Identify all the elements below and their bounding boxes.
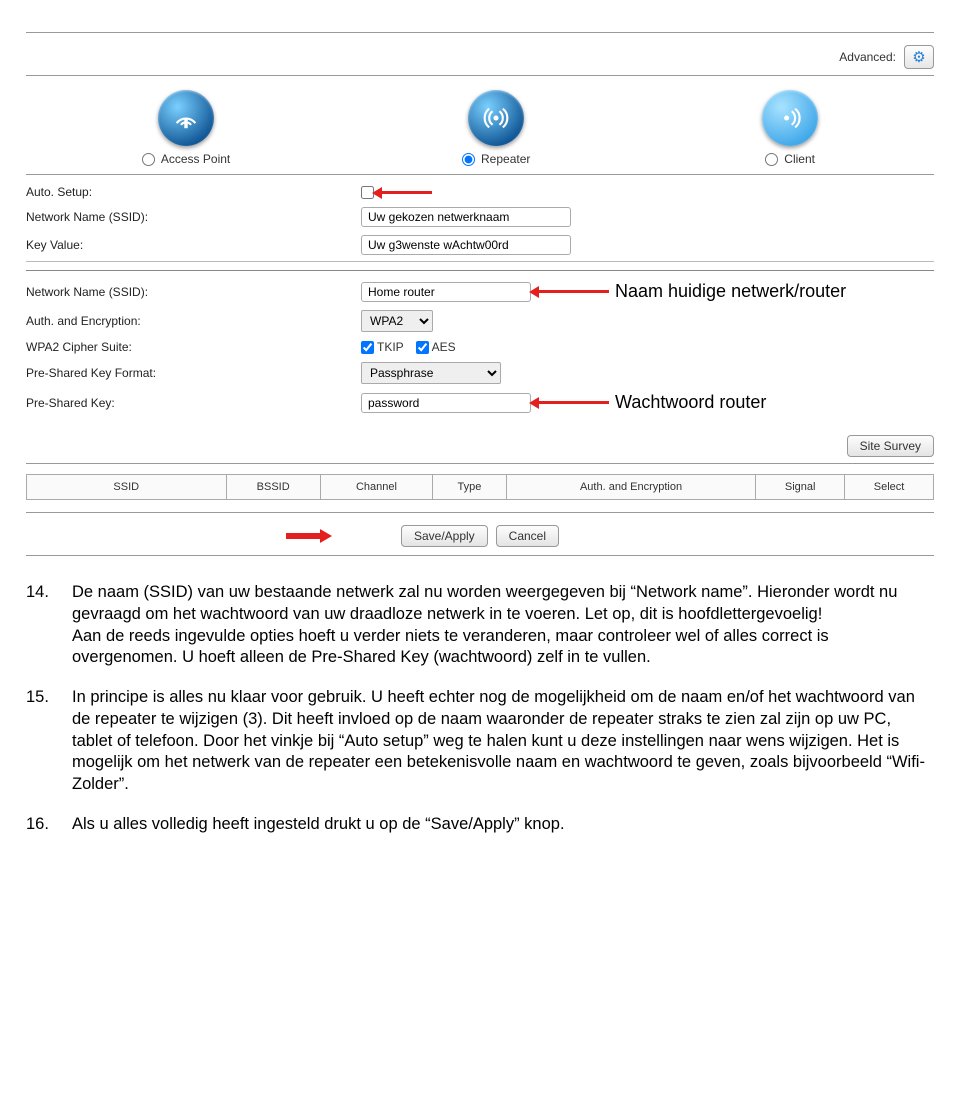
th-channel: Channel xyxy=(320,475,432,500)
instr-16-num: 16. xyxy=(26,814,54,836)
auto-setup-label: Auto. Setup: xyxy=(26,185,361,199)
red-arrow-right-icon xyxy=(286,529,334,543)
upper-key-row: Key Value: xyxy=(26,231,934,259)
auth-select[interactable]: WPA2 xyxy=(361,310,433,332)
lower-section: Network Name (SSID): Naam huidige netwer… xyxy=(26,277,934,417)
instruction-16: 16. Als u alles volledig heeft ingesteld… xyxy=(26,814,934,836)
survey-table: SSID BSSID Channel Type Auth. and Encryp… xyxy=(26,474,934,500)
instr-14-num: 14. xyxy=(26,582,54,669)
mode-client-label: Client xyxy=(784,152,815,166)
instr-15-num: 15. xyxy=(26,687,54,796)
save-apply-button[interactable]: Save/Apply xyxy=(401,525,488,547)
advanced-label: Advanced: xyxy=(839,50,896,64)
site-survey-button[interactable]: Site Survey xyxy=(847,435,934,457)
cancel-button[interactable]: Cancel xyxy=(496,525,559,547)
tkip-checkbox[interactable] xyxy=(361,341,374,354)
psk-row: Pre-Shared Key: Wachtwoord router xyxy=(26,388,934,417)
action-buttons-row: Save/Apply Cancel xyxy=(26,513,934,556)
th-type: Type xyxy=(433,475,507,500)
cipher-label: WPA2 Cipher Suite: xyxy=(26,340,361,354)
survey-header-row: SSID BSSID Channel Type Auth. and Encryp… xyxy=(27,475,934,500)
repeater-icon xyxy=(468,90,524,146)
aes-checkbox-label[interactable]: AES xyxy=(416,340,456,354)
gear-icon: ⚙ xyxy=(912,48,925,66)
upper-section: Auto. Setup: Network Name (SSID): Key Va… xyxy=(26,181,934,259)
rule-top xyxy=(26,32,934,33)
annotation-ssid-text: Naam huidige netwerk/router xyxy=(615,281,846,302)
section-divider xyxy=(26,261,934,262)
psk-input[interactable] xyxy=(361,393,531,413)
instr-16-text: Als u alles volledig heeft ingesteld dru… xyxy=(72,814,934,836)
red-arrow-left-icon xyxy=(539,290,609,293)
psk-format-select[interactable]: Passphrase xyxy=(361,362,501,384)
lower-ssid-annotation: Naam huidige netwerk/router xyxy=(539,281,846,302)
access-point-icon xyxy=(158,90,214,146)
instruction-14: 14. De naam (SSID) van uw bestaande netw… xyxy=(26,582,934,669)
mode-repeater-input[interactable] xyxy=(462,153,475,166)
mode-selector-row: Access Point Repeater Client xyxy=(26,76,934,175)
upper-ssid-input[interactable] xyxy=(361,207,571,227)
mode-repeater: Repeater xyxy=(462,90,530,166)
th-auth: Auth. and Encryption xyxy=(506,475,755,500)
upper-key-input[interactable] xyxy=(361,235,571,255)
th-select: Select xyxy=(845,475,934,500)
instr-14-text: De naam (SSID) van uw bestaande netwerk … xyxy=(72,582,934,669)
upper-key-label: Key Value: xyxy=(26,238,361,252)
instruction-15: 15. In principe is alles nu klaar voor g… xyxy=(26,687,934,796)
red-arrow-left-icon xyxy=(382,191,432,194)
mode-ap-label: Access Point xyxy=(161,152,230,166)
th-bssid: BSSID xyxy=(226,475,320,500)
aes-checkbox[interactable] xyxy=(416,341,429,354)
instr-15-text: In principe is alles nu klaar voor gebru… xyxy=(72,687,934,796)
lower-ssid-input[interactable] xyxy=(361,282,531,302)
mode-access-point: Access Point xyxy=(142,90,230,166)
aes-text: AES xyxy=(432,340,456,354)
psk-format-row: Pre-Shared Key Format: Passphrase xyxy=(26,358,934,388)
save-arrow-annotation xyxy=(286,529,334,543)
mode-repeater-label: Repeater xyxy=(481,152,530,166)
site-survey-row: Site Survey xyxy=(26,417,934,464)
mode-client: Client xyxy=(762,90,818,166)
psk-label: Pre-Shared Key: xyxy=(26,396,361,410)
client-icon xyxy=(762,90,818,146)
auto-setup-arrow-annotation xyxy=(382,191,432,194)
cipher-row: WPA2 Cipher Suite: TKIP AES xyxy=(26,336,934,358)
section-divider-2 xyxy=(26,270,934,271)
advanced-gear-button[interactable]: ⚙ xyxy=(904,45,934,69)
annotation-psk-text: Wachtwoord router xyxy=(615,392,766,413)
tkip-text: TKIP xyxy=(377,340,404,354)
mode-client-input[interactable] xyxy=(765,153,778,166)
psk-format-label: Pre-Shared Key Format: xyxy=(26,366,361,380)
mode-client-radio[interactable]: Client xyxy=(765,152,815,166)
auto-setup-row: Auto. Setup: xyxy=(26,181,934,203)
th-ssid: SSID xyxy=(27,475,227,500)
mode-ap-radio[interactable]: Access Point xyxy=(142,152,230,166)
psk-annotation: Wachtwoord router xyxy=(539,392,766,413)
mode-repeater-radio[interactable]: Repeater xyxy=(462,152,530,166)
auth-row: Auth. and Encryption: WPA2 xyxy=(26,306,934,336)
upper-ssid-row: Network Name (SSID): xyxy=(26,203,934,231)
upper-ssid-label: Network Name (SSID): xyxy=(26,210,361,224)
th-signal: Signal xyxy=(756,475,845,500)
tkip-checkbox-label[interactable]: TKIP xyxy=(361,340,404,354)
advanced-row: Advanced: ⚙ xyxy=(26,39,934,76)
mode-ap-input[interactable] xyxy=(142,153,155,166)
instructions-block: 14. De naam (SSID) van uw bestaande netw… xyxy=(26,582,934,836)
lower-ssid-row: Network Name (SSID): Naam huidige netwer… xyxy=(26,277,934,306)
auth-label: Auth. and Encryption: xyxy=(26,314,361,328)
red-arrow-left-icon xyxy=(539,401,609,404)
lower-ssid-label: Network Name (SSID): xyxy=(26,285,361,299)
